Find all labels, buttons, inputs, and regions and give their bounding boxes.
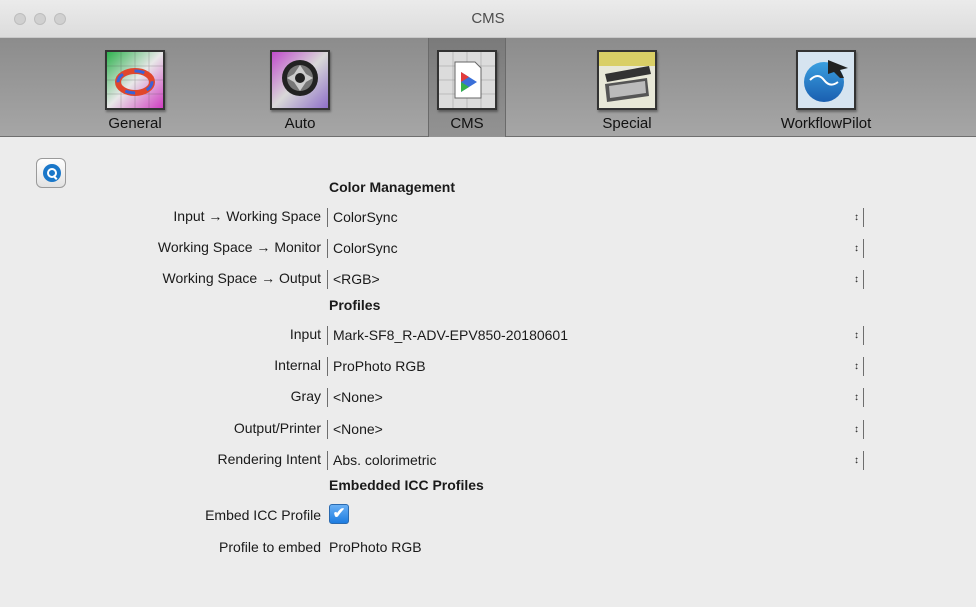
working-space-monitor-select[interactable]: ColorSync ↕ — [327, 239, 864, 258]
tab-special[interactable]: Special — [582, 38, 672, 137]
embed-icc-label: Embed ICC Profile — [205, 507, 321, 523]
cms-settings-panel: Color Management Input → Working Space C… — [0, 138, 976, 607]
select-arrows-icon: ↕ — [854, 243, 859, 254]
select-value: Abs. colorimetric — [333, 452, 437, 468]
tab-label: WorkflowPilot — [780, 115, 872, 132]
gray-profile-select[interactable]: <None> ↕ — [327, 388, 864, 407]
profile-to-embed-value: ProPhoto RGB — [329, 539, 422, 555]
tab-label: General — [108, 115, 162, 132]
general-icon — [105, 50, 165, 110]
title-bar: CMS — [0, 0, 976, 38]
output-printer-label: Output/Printer — [233, 420, 321, 436]
input-working-space-select[interactable]: ColorSync ↕ — [327, 208, 864, 227]
internal-profile-label: Internal — [274, 357, 321, 373]
select-value: ColorSync — [333, 209, 398, 225]
working-space-output-select[interactable]: <RGB> ↕ — [327, 270, 864, 289]
scanner-icon — [597, 50, 657, 110]
preferences-toolbar: General Auto CMS Special WorkflowPilot — [0, 38, 976, 137]
profile-to-embed-label: Profile to embed — [219, 539, 321, 555]
rendering-intent-label: Rendering Intent — [217, 451, 321, 467]
output-printer-select[interactable]: <None> ↕ — [327, 420, 864, 439]
color-management-heading: Color Management — [329, 179, 456, 195]
input-profile-label: Input — [289, 326, 321, 342]
select-arrows-icon: ↕ — [854, 330, 859, 341]
rendering-intent-select[interactable]: Abs. colorimetric ↕ — [327, 451, 864, 470]
select-arrows-icon: ↕ — [854, 392, 859, 403]
select-value: ProPhoto RGB — [333, 358, 426, 374]
input-profile-select[interactable]: Mark-SF8_R-ADV-EPV850-20180601 ↕ — [327, 326, 864, 345]
select-value: ColorSync — [333, 240, 398, 256]
select-arrows-icon: ↕ — [854, 212, 859, 223]
select-arrows-icon: ↕ — [854, 361, 859, 372]
select-value: <None> — [333, 421, 383, 437]
color-profile-icon — [437, 50, 497, 110]
working-space-monitor-label: Working Space → Monitor — [157, 239, 321, 255]
input-working-space-label: Input → Working Space — [173, 208, 321, 224]
embed-icc-checkbox[interactable]: ✔ — [329, 504, 349, 524]
gray-profile-label: Gray — [290, 388, 321, 404]
embedded-icc-heading: Embedded ICC Profiles — [329, 477, 484, 493]
tab-auto[interactable]: Auto — [255, 38, 345, 137]
help-button[interactable] — [36, 158, 66, 188]
window-title: CMS — [471, 10, 505, 27]
internal-profile-select[interactable]: ProPhoto RGB ↕ — [327, 357, 864, 376]
working-space-output-label: Working Space → Output — [162, 270, 321, 286]
select-arrows-icon: ↕ — [854, 424, 859, 435]
profiles-heading: Profiles — [329, 297, 381, 313]
tab-label: Auto — [284, 115, 316, 132]
tab-workflowpilot[interactable]: WorkflowPilot — [771, 38, 881, 137]
globe-plane-icon — [796, 50, 856, 110]
aperture-icon — [270, 50, 330, 110]
select-value: <None> — [333, 389, 383, 405]
select-arrows-icon: ↕ — [854, 455, 859, 466]
select-value: <RGB> — [333, 271, 380, 287]
select-value: Mark-SF8_R-ADV-EPV850-20180601 — [333, 327, 569, 343]
tab-general[interactable]: General — [90, 38, 180, 137]
select-arrows-icon: ↕ — [854, 274, 859, 285]
help-icon — [43, 164, 61, 182]
tab-label: CMS — [450, 115, 484, 132]
tab-label: Special — [602, 115, 652, 132]
tab-cms[interactable]: CMS — [428, 38, 506, 137]
